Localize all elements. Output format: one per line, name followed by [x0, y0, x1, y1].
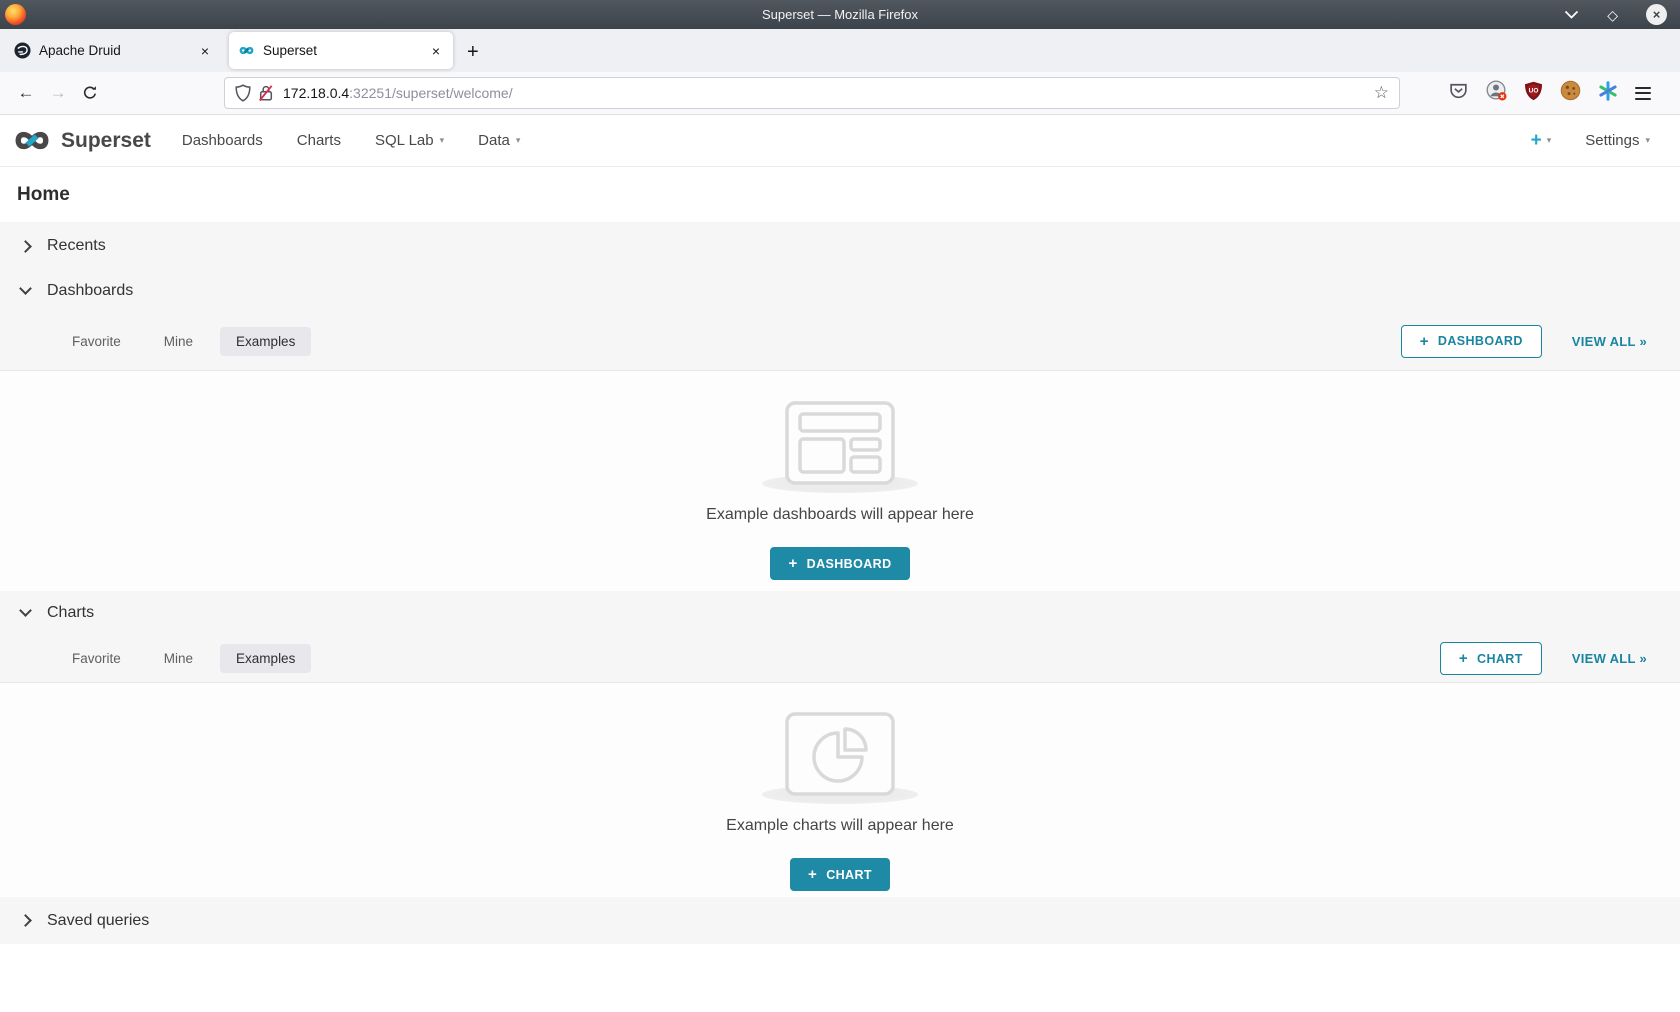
charts-subheader: Favorite Mine Examples + CHART VIEW ALL … [0, 635, 1680, 682]
superset-navbar: Superset Dashboards Charts SQL Lab▾ Data… [0, 115, 1680, 167]
url-host: 172.18.0.4 [283, 85, 349, 101]
nav-sql-lab[interactable]: SQL Lab▾ [358, 132, 461, 149]
window-title: Superset — Mozilla Firefox [0, 7, 1680, 22]
section-label: Recents [47, 237, 106, 255]
forward-button[interactable]: → [42, 78, 74, 108]
tab-superset[interactable]: Superset × [229, 32, 453, 69]
superset-logo-icon [12, 129, 52, 152]
url-path: :32251/superset/welcome/ [349, 85, 512, 101]
plus-icon: + [1531, 131, 1542, 150]
section-saved-queries-header[interactable]: Saved queries [0, 897, 1680, 944]
browser-toolbar: ← → 172.18.0.4:32251/superset/welcome/ ☆ [0, 72, 1680, 115]
ublock-origin-icon[interactable]: UO [1524, 81, 1543, 106]
shield-icon[interactable] [235, 84, 251, 102]
tab-examples[interactable]: Examples [220, 327, 311, 356]
menu-hamburger-icon[interactable] [1635, 87, 1651, 100]
chevron-down-icon [19, 282, 32, 295]
new-dashboard-button[interactable]: + DASHBOARD [1401, 325, 1542, 358]
view-all-dashboards-link[interactable]: VIEW ALL » [1572, 334, 1647, 349]
nav-dashboards[interactable]: Dashboards [165, 132, 280, 149]
section-charts-header[interactable]: Charts [0, 591, 1680, 635]
firefox-logo-icon [5, 4, 26, 25]
bookmark-star-icon[interactable]: ☆ [1374, 83, 1389, 103]
cookie-extension-icon[interactable] [1560, 80, 1581, 106]
chevron-down-icon: ▾ [440, 135, 445, 146]
plus-icon: + [788, 556, 797, 571]
tab-examples[interactable]: Examples [220, 644, 311, 673]
tab-mine[interactable]: Mine [148, 327, 209, 356]
dashboard-placeholder-icon [785, 401, 895, 485]
chevron-down-icon: ▾ [516, 135, 521, 146]
pocket-icon[interactable] [1448, 80, 1469, 106]
window-titlebar: Superset — Mozilla Firefox ◇ × [0, 0, 1680, 29]
new-tab-button[interactable]: + [467, 41, 479, 64]
nav-data[interactable]: Data▾ [461, 132, 537, 149]
dashboards-empty-panel: Example dashboards will appear here + DA… [0, 370, 1680, 591]
chevron-down-icon [19, 604, 32, 617]
insecure-lock-icon[interactable] [258, 84, 274, 102]
brand-name: Superset [61, 129, 151, 153]
tab-mine[interactable]: Mine [148, 644, 209, 673]
section-recents-header[interactable]: Recents [0, 222, 1680, 270]
url-bar[interactable]: 172.18.0.4:32251/superset/welcome/ ☆ [224, 77, 1400, 109]
dashboard-empty-figure [785, 401, 895, 485]
chart-placeholder-icon [785, 712, 895, 796]
charts-empty-panel: Example charts will appear here + CHART [0, 682, 1680, 897]
tab-title: Superset [263, 43, 428, 58]
tab-close-icon[interactable]: × [428, 41, 444, 61]
section-label: Charts [47, 604, 94, 622]
section-label: Dashboards [47, 282, 133, 300]
tab-apache-druid[interactable]: Apache Druid × [5, 32, 222, 69]
section-dashboards-header[interactable]: Dashboards [0, 270, 1680, 312]
tab-close-icon[interactable]: × [197, 41, 213, 61]
welcome-content: Recents Dashboards Favorite Mine Example… [0, 222, 1680, 944]
new-item-menu[interactable]: + ▾ [1531, 131, 1552, 150]
tab-favorite[interactable]: Favorite [56, 644, 137, 673]
plus-icon: + [1459, 651, 1468, 666]
ublock-label: UO [1529, 87, 1539, 94]
dashboards-empty-text: Example dashboards will appear here [706, 506, 974, 524]
superset-favicon-icon [238, 42, 255, 59]
nav-charts[interactable]: Charts [280, 132, 358, 149]
back-button[interactable]: ← [10, 78, 42, 108]
settings-menu[interactable]: Settings ▾ [1585, 132, 1650, 149]
plus-icon: + [1420, 334, 1429, 349]
window-maximize-button[interactable]: ◇ [1607, 8, 1618, 22]
new-chart-button[interactable]: + CHART [1440, 642, 1542, 675]
window-close-button[interactable]: × [1646, 4, 1667, 25]
superset-brand[interactable]: Superset [12, 129, 151, 153]
chevron-right-icon [19, 240, 32, 253]
window-minimize-button[interactable] [1564, 6, 1579, 24]
dashboards-subheader: Favorite Mine Examples + DASHBOARD VIEW … [0, 312, 1680, 370]
chevron-right-icon [19, 914, 32, 927]
section-label: Saved queries [47, 912, 149, 930]
asterisk-extension-icon[interactable] [1598, 81, 1618, 106]
create-dashboard-button[interactable]: + DASHBOARD [770, 547, 909, 580]
tab-title: Apache Druid [39, 43, 197, 58]
create-chart-button[interactable]: + CHART [790, 858, 890, 891]
page-title: Home [17, 184, 70, 206]
tab-favorite[interactable]: Favorite [56, 327, 137, 356]
chevron-down-icon: ▾ [1547, 135, 1552, 146]
browser-tab-bar: Apache Druid × Superset × + [0, 29, 1680, 72]
page-header: Home [0, 167, 1680, 222]
druid-favicon-icon [14, 42, 31, 59]
charts-empty-text: Example charts will appear here [726, 817, 954, 835]
chart-empty-figure [785, 712, 895, 796]
plus-icon: + [808, 867, 817, 882]
chevron-down-icon: ▾ [1645, 135, 1650, 146]
profile-blocked-extension-icon[interactable] [1486, 80, 1507, 106]
reload-button[interactable] [74, 78, 106, 108]
view-all-charts-link[interactable]: VIEW ALL » [1572, 651, 1647, 666]
